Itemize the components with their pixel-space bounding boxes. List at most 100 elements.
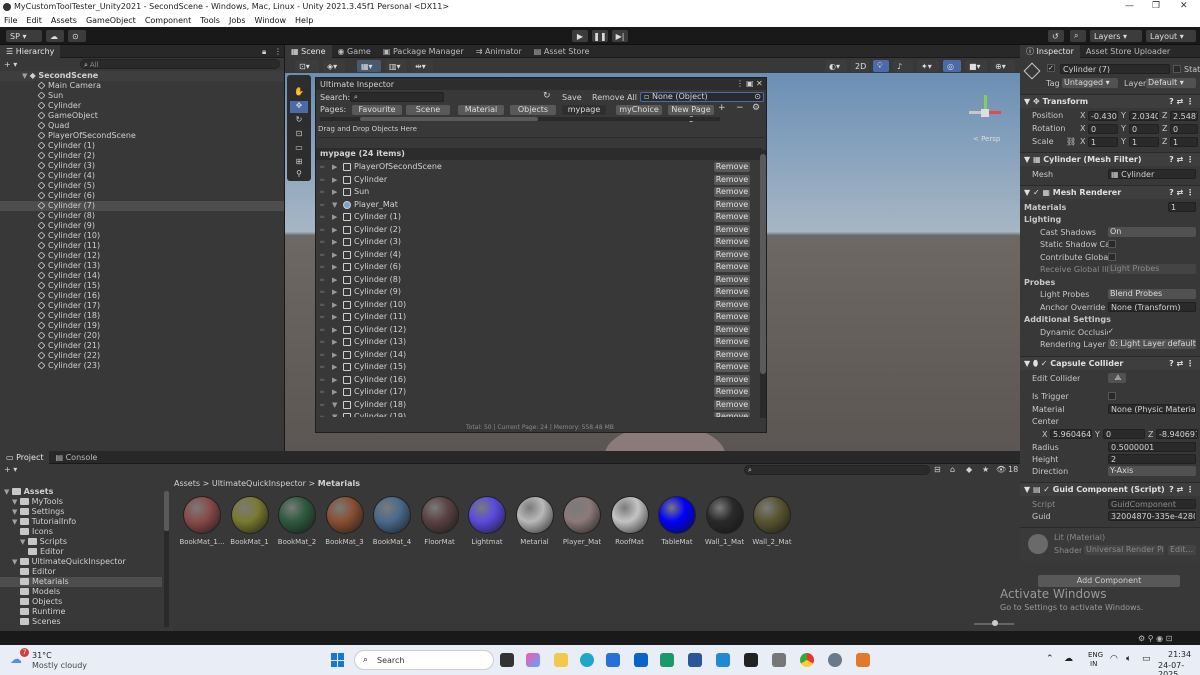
taskview-icon[interactable] [500,653,514,667]
lighting-toggle-icon[interactable]: 💡︎ [873,60,889,72]
script-field[interactable]: GuidComponent [1108,499,1196,509]
page-tab-mypage[interactable]: mypage [562,105,606,115]
hierarchy-item[interactable]: Cylinder (14) [0,271,284,281]
tab-project[interactable]: ▭ Project [0,450,50,464]
list-item[interactable]: ═ ▶ Cylinder (2) Remove [316,224,762,237]
remove-button[interactable]: Remove [714,337,750,347]
app-icon-blue[interactable] [688,653,702,667]
list-item[interactable]: ═ ▶ Cylinder (1) Remove [316,211,762,224]
status-icons[interactable]: ⚙ ⚲ ◉ ⊡ [1138,634,1172,643]
tag-dropdown[interactable]: Untagged ▾ [1062,78,1118,88]
remove-button[interactable]: Remove [714,299,750,310]
expand-arrow-icon[interactable]: ▶ [332,374,337,386]
lock-icon[interactable]: 🔒︎ [262,47,266,57]
project-tree-item[interactable]: ▼ UltimateQuickInspector [0,557,162,567]
material-asset[interactable]: Player_Mat [558,496,606,546]
project-tree-item[interactable]: ▼ MyTools [0,497,162,507]
project-tree-item[interactable]: Editor [0,547,162,557]
menu-tools[interactable]: Tools [200,16,220,25]
project-tree-item[interactable]: ▼ TutorialInfo [0,517,162,527]
pause-button[interactable]: ❚❚ [592,30,608,42]
expand-arrow-icon[interactable]: ▼ [12,498,20,506]
increment-snap-icon[interactable]: ▥▾ [385,60,407,72]
material-asset[interactable]: Wall_2_Mat [748,496,796,546]
hierarchy-item[interactable]: Cylinder (21) [0,341,284,351]
material-asset[interactable]: BookMat_3 [321,496,369,546]
drag-handle-icon[interactable]: ═ [320,186,324,198]
object-name-field[interactable]: Cylinder (7) [1060,64,1170,74]
search-icon[interactable]: ⌕ [1070,30,1086,42]
hand-tool-icon[interactable]: ✋ [290,87,308,99]
page-tab-mychoice[interactable]: myChoice [616,105,662,115]
tab-animator[interactable]: ⇉ Animator [470,45,528,58]
battery-icon[interactable]: ▭ [1142,654,1151,664]
remove-button[interactable]: Remove [714,199,750,210]
remove-button[interactable]: Remove [714,399,750,410]
drag-handle-icon[interactable]: ═ [320,236,324,248]
shading-icon[interactable]: ◐▾ [825,60,847,72]
project-tree-item[interactable]: Runtime [0,607,162,617]
list-item[interactable]: ═ ▶ PlayerOfSecondScene Remove [316,161,762,174]
scene-root[interactable]: ▼ ◆ SecondScene [0,71,284,81]
position-z[interactable]: 2.5487 [1170,111,1198,121]
custom-tool-icon[interactable]: ⚲ [290,169,308,181]
guid-field[interactable]: 32004870-335e-4280- [1108,511,1196,521]
vertex-snap-icon[interactable]: ⇹▾ [411,60,433,72]
layer-dropdown[interactable]: Default ▾ [1146,78,1196,88]
list-scrollbar[interactable] [760,150,766,418]
contribute-gi-checkbox[interactable] [1108,253,1116,261]
edit-shader-button[interactable]: Edit... [1168,545,1196,555]
remove-button[interactable]: Remove [714,224,750,235]
expand-arrow-icon[interactable]: ▼ [332,199,337,211]
list-item[interactable]: ═ ▶ Cylinder (8) Remove [316,274,762,287]
material-asset[interactable]: FloorMat [416,496,464,546]
unity-icon[interactable] [744,653,758,667]
store-icon[interactable] [606,653,620,667]
object-field[interactable]: ▫ None (Object) ⊙ [640,92,764,102]
remove-button[interactable]: Remove [714,412,750,417]
scale-y[interactable]: 1 [1129,137,1159,147]
hierarchy-item[interactable]: Cylinder (11) [0,241,284,251]
menu-gameobject[interactable]: GameObject [86,16,136,25]
mesh-field[interactable]: ▦ Cylinder [1108,169,1196,179]
hierarchy-item[interactable]: Cylinder (1) [0,141,284,151]
project-tree-item[interactable]: Icons [0,527,162,537]
expand-arrow-icon[interactable]: ▼ [332,399,337,411]
remove-button[interactable]: Remove [714,287,750,297]
outlook-icon[interactable] [634,653,648,667]
active-checkbox[interactable]: ✓ [1047,64,1055,72]
project-tree-item[interactable]: Models [0,587,162,597]
remove-button[interactable]: Remove [714,162,750,172]
tray-chevron-icon[interactable]: ⌃ [1046,654,1054,664]
light-probes-dropdown[interactable]: Blend Probes [1108,289,1196,299]
materials-count[interactable]: 1 [1168,202,1196,212]
drag-handle-icon[interactable]: ═ [320,336,324,348]
hierarchy-item[interactable]: Cylinder (9) [0,221,284,231]
materials-label[interactable]: Materials [1024,203,1066,212]
hierarchy-item[interactable]: Cylinder (8) [0,211,284,221]
remove-button[interactable]: Remove [714,312,750,322]
close-button[interactable]: ✕ [1180,1,1188,11]
ui-search-input[interactable]: ⌕ [350,92,444,102]
cloud-icon[interactable]: ☁ [46,30,64,42]
material-asset[interactable]: Lightmat [463,496,511,546]
height-field[interactable]: 2 [1108,454,1196,464]
remove-button[interactable]: Remove [714,374,750,385]
expand-arrow-icon[interactable]: ▶ [332,311,337,323]
hierarchy-item[interactable]: Cylinder (22) [0,351,284,361]
scale-x[interactable]: 1 [1088,137,1118,147]
scene-gizmo[interactable] [965,93,1005,133]
menu-edit[interactable]: Edit [26,16,42,25]
target-icon[interactable]: ⊙ [754,93,761,101]
clock-time[interactable]: 21:34 [1168,650,1191,659]
drag-handle-icon[interactable]: ═ [320,374,324,386]
mesh-filter-header[interactable]: ▼ ▦ Cylinder (Mesh Filter)? ⇄ ⋮ [1020,152,1200,166]
chrome-icon[interactable] [800,653,814,667]
drag-handle-icon[interactable]: ═ [320,274,324,286]
more-menu-icon[interactable]: ⋮ [274,47,282,56]
start-button[interactable] [331,653,345,667]
grid-snap-icon[interactable]: ▦▾ [357,60,381,72]
remove-all-button[interactable]: Remove All [592,93,637,102]
expand-arrow-icon[interactable]: ▼ [332,411,337,417]
remove-button[interactable]: Remove [714,212,750,222]
